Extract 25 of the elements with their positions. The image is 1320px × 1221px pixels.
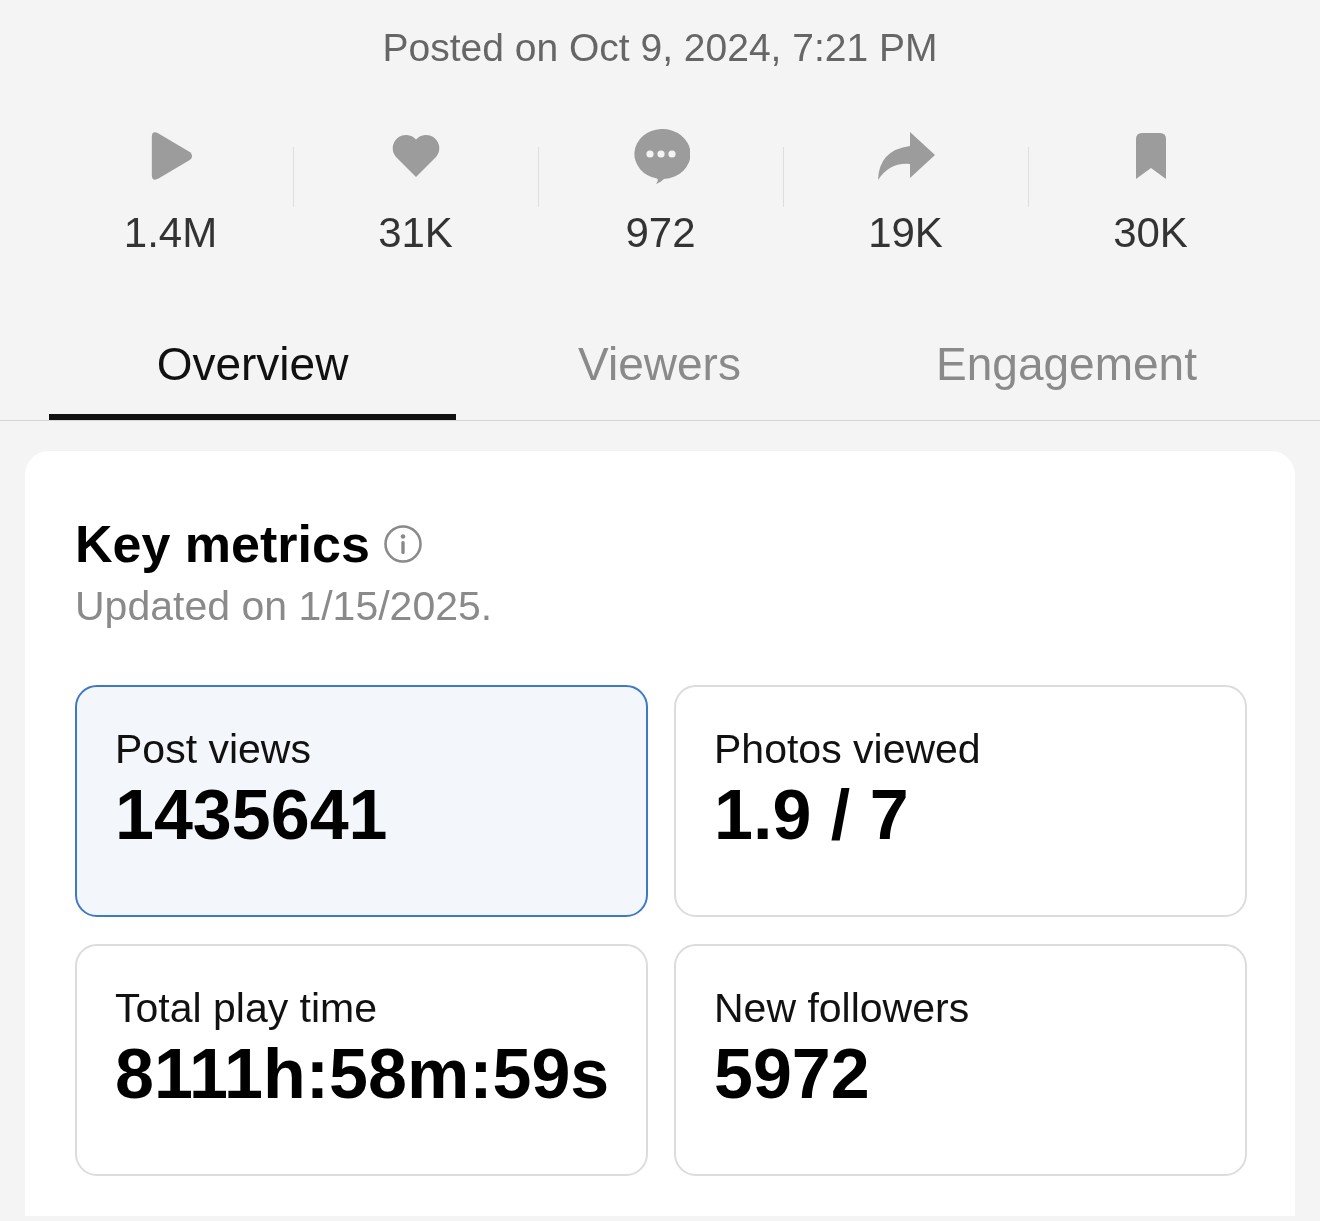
metric-tile[interactable]: New followers 5972 — [674, 944, 1247, 1176]
metric-value: 1435641 — [115, 777, 388, 853]
stat-count: 1.4M — [123, 209, 218, 257]
stat-count: 19K — [868, 209, 943, 257]
tab[interactable]: Overview — [49, 326, 456, 420]
metric-value: 8111h:58m:59s — [115, 1036, 610, 1112]
section-title: Key metrics — [75, 515, 370, 573]
metric-label: Total play time — [115, 986, 378, 1030]
metric-tile[interactable]: Photos viewed 1.9 / 7 — [674, 685, 1247, 917]
metric-label: Post views — [115, 727, 311, 771]
info-icon[interactable] — [383, 525, 422, 563]
metric-tile[interactable]: Total play time 8111h:58m:59s — [75, 944, 648, 1176]
speech-bubble-icon — [631, 128, 690, 184]
metric-label: New followers — [714, 986, 970, 1030]
metric-value: 5972 — [714, 1036, 870, 1112]
share-arrow-icon — [875, 132, 936, 180]
updated-date: Updated on 1/15/2025. — [75, 583, 494, 629]
stat-count: 30K — [1113, 209, 1188, 257]
metric-tile[interactable]: Post views 1435641 — [75, 685, 648, 917]
stat-count: 31K — [378, 209, 453, 257]
metric-label: Photos viewed — [714, 727, 981, 771]
heart-icon — [390, 134, 441, 178]
metric-value: 1.9 / 7 — [714, 777, 909, 853]
posted-date: Posted on Oct 9, 2024, 7:21 PM — [382, 26, 938, 69]
stat-count: 972 — [625, 209, 696, 257]
